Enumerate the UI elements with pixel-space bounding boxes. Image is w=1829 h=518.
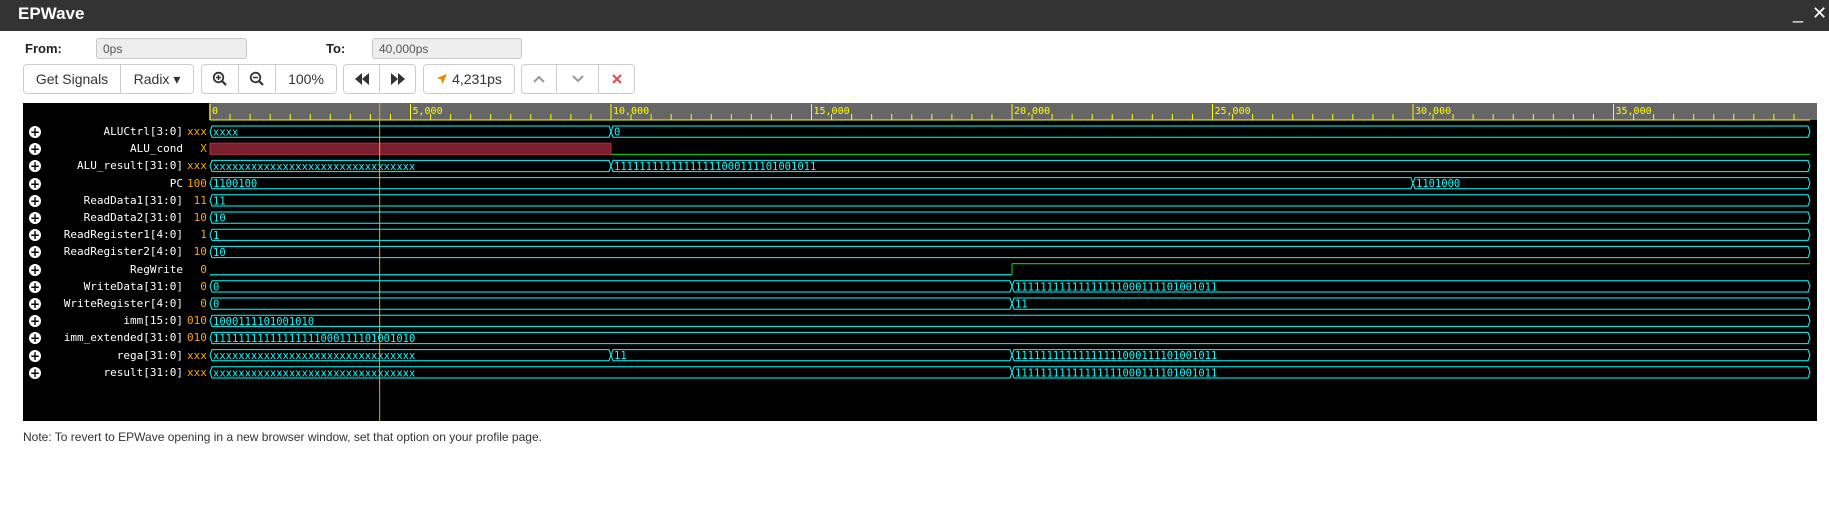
rewind-icon — [354, 73, 369, 85]
fast-forward-icon — [390, 73, 405, 85]
bus-segment — [209, 297, 1013, 310]
to-label: To: — [326, 41, 346, 56]
bus-value-label: xxxxxxxxxxxxxxxxxxxxxxxxxxxxxxxx — [213, 367, 415, 379]
profile-note: Note: To revert to EPWave opening in a n… — [23, 430, 542, 444]
minimize-icon[interactable]: _ — [1793, 3, 1803, 24]
undefined-segment — [209, 142, 612, 155]
close-icon — [611, 74, 622, 84]
remove-signal-button[interactable] — [599, 64, 635, 94]
bus-segment — [209, 211, 1811, 224]
zoom-level[interactable]: 100% — [276, 64, 337, 94]
bus-value-label: 1 — [213, 230, 219, 242]
next-edge-button[interactable] — [557, 64, 599, 94]
ruler-tick-label: 5,000 — [413, 106, 443, 117]
title-bar: EPWave _ ✕ — [0, 0, 1829, 31]
bus-value-label: 11 — [213, 195, 226, 207]
bus-segment — [209, 194, 1811, 207]
bus-value-label: 11111111111111111000111101001011 — [1015, 367, 1217, 379]
from-label: From: — [25, 41, 62, 56]
bus-value-label: 10 — [213, 213, 226, 225]
previous-edge-button[interactable] — [521, 64, 557, 94]
bus-segment — [209, 245, 1811, 259]
bus-value-label: xxxxxxxxxxxxxxxxxxxxxxxxxxxxxxxx — [213, 350, 415, 362]
waveform-panel: + ALUCtrl[3:0] xxx + ALU_cond X + ALU_result[31… — [23, 103, 1817, 421]
close-window-icon[interactable]: ✕ — [1812, 3, 1827, 24]
bus-value-label: 10 — [213, 247, 226, 259]
bus-value-label: 11111111111111111000111101001010 — [213, 333, 415, 345]
from-field[interactable] — [96, 38, 247, 59]
bus-segment — [610, 349, 1013, 362]
bus-value-label: 11111111111111111000111101001011 — [1015, 350, 1217, 362]
bus-value-label: 11 — [614, 350, 627, 362]
ruler-tick-label: 0 — [212, 106, 218, 117]
cursor-time-button[interactable]: 4,231ps — [423, 64, 515, 94]
bus-segment — [209, 177, 1414, 190]
bus-value-label: 11111111111111111000111101001011 — [1015, 281, 1217, 293]
bus-value-label: 11111111111111111000111101001011 — [614, 161, 816, 173]
bus-value-label: 1000111101001010 — [213, 316, 314, 328]
bus-segment — [209, 331, 1811, 345]
zoom-out-button[interactable] — [239, 64, 276, 94]
bus-value-label: 1101000 — [1416, 178, 1460, 190]
bus-value-label: xxxxxxxxxxxxxxxxxxxxxxxxxxxxxxxx — [213, 161, 415, 173]
cursor-time: 4,231ps — [452, 71, 502, 87]
zoom-out-icon — [249, 71, 264, 86]
bus-value-label: xxxx — [213, 127, 238, 139]
zoom-in-button[interactable] — [201, 64, 239, 94]
bus-value-label: 11 — [1015, 299, 1028, 311]
bus-value-label: 1100100 — [213, 178, 257, 190]
chevron-up-icon — [533, 75, 545, 83]
bus-segment — [209, 314, 1811, 327]
cursor-arrow-icon — [437, 74, 448, 84]
bus-value-label: 0 — [213, 299, 219, 311]
bus-segment — [610, 125, 1811, 138]
bus-segment — [209, 228, 1811, 241]
get-signals-button[interactable]: Get Signals — [23, 64, 121, 94]
bus-segment — [209, 280, 1013, 293]
bus-segment — [1412, 177, 1811, 190]
bus-segment — [1011, 297, 1811, 310]
radix-dropdown[interactable]: Radix ▾ — [121, 64, 194, 94]
to-field[interactable] — [372, 38, 522, 59]
bus-segment — [209, 125, 612, 138]
fast-forward-button[interactable] — [380, 64, 416, 94]
bus-value-label: 0 — [614, 127, 620, 139]
chevron-down-icon — [571, 75, 584, 83]
zoom-in-icon — [212, 71, 227, 86]
window-title: EPWave — [18, 4, 85, 23]
bus-value-label: 0 — [213, 281, 219, 293]
rewind-button[interactable] — [343, 64, 380, 94]
waveform-canvas[interactable]: 0 5,000 10,000 15,000 20,000 25,000 30,000 35,0… — [23, 103, 1817, 421]
